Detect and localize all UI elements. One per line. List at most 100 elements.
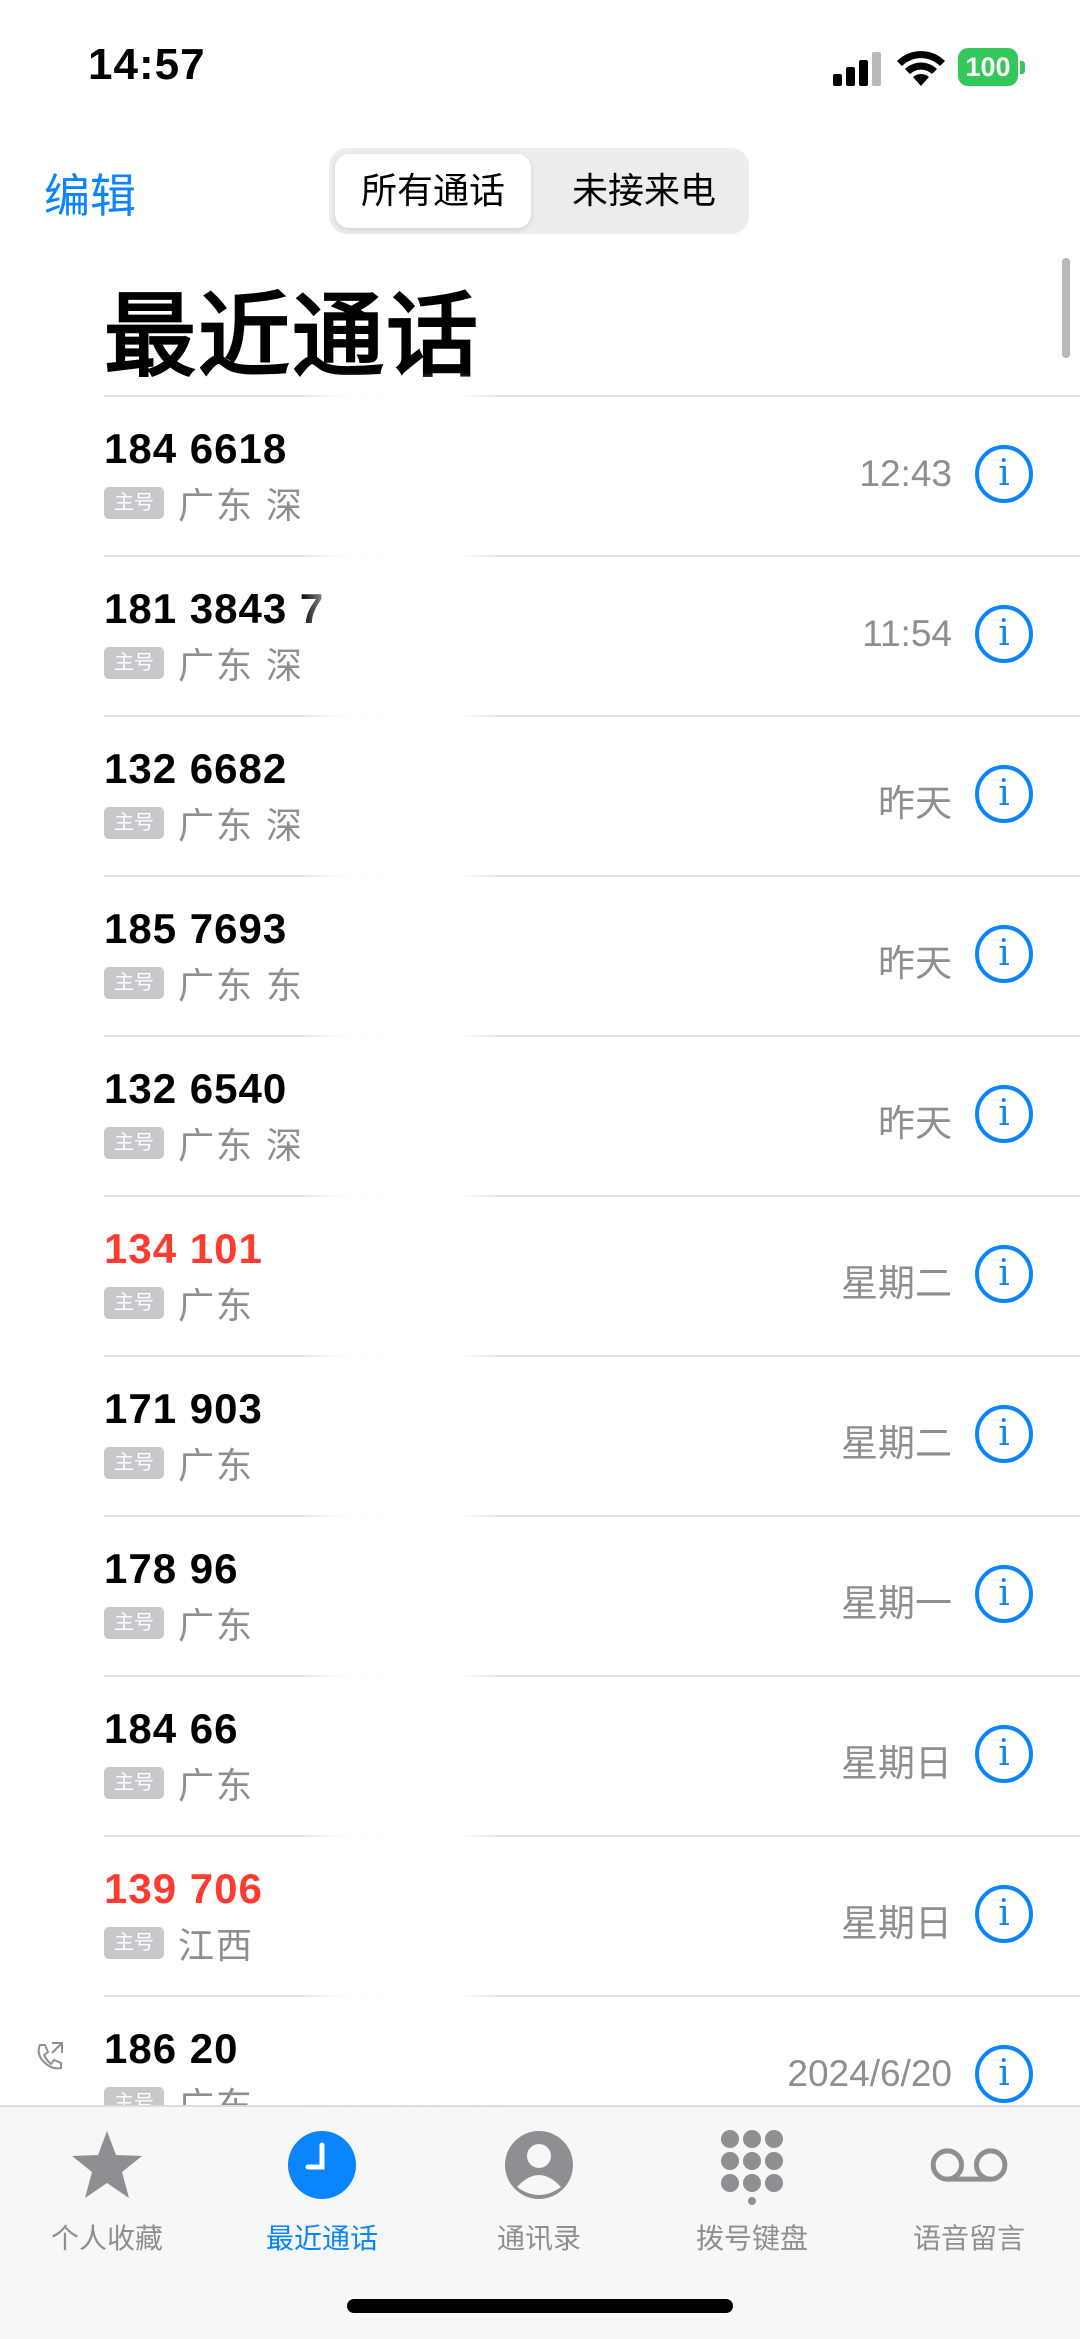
line-tag: 主号 <box>104 1447 164 1479</box>
caller-number: 184 66 <box>104 1705 239 1752</box>
line-tag: 主号 <box>104 967 164 999</box>
status-time: 14:57 <box>88 40 206 89</box>
segment-missed-calls[interactable]: 未接来电 <box>545 154 743 228</box>
call-row[interactable]: 184 66 主号 广东 星期日 i <box>104 1677 1080 1837</box>
info-icon[interactable]: i <box>975 1405 1033 1463</box>
tab-label: 拨号键盘 <box>695 2223 808 2254</box>
line-tag: 主号 <box>104 487 164 519</box>
line-tag: 主号 <box>104 1927 164 1959</box>
info-icon[interactable]: i <box>975 1085 1033 1143</box>
caller-details: 主号 江西 <box>104 1922 254 1966</box>
line-tag: 主号 <box>104 1607 164 1639</box>
call-date: 11:54 <box>862 613 952 654</box>
caller-details: 主号广东 <box>104 1442 254 1486</box>
line-tag: 主号 <box>104 1127 164 1159</box>
tab-keypad[interactable]: 拨号键盘 <box>662 2125 842 2257</box>
caller-number: 132 6682 <box>104 745 288 792</box>
call-row[interactable]: 178 96 主号 广东 星期一 i <box>104 1517 1080 1677</box>
clock-icon <box>288 2131 356 2199</box>
tab-contacts[interactable]: 通讯录 <box>449 2125 629 2257</box>
caller-location: 广东 深 <box>178 1125 305 1166</box>
caller-number: 178 96 <box>104 1545 239 1592</box>
caller-number: 185 7693 <box>104 905 288 952</box>
call-row[interactable]: 134 101 主号 广东 星期二 i <box>104 1197 1080 1357</box>
info-icon[interactable]: i <box>975 1885 1033 1943</box>
call-date: 星期二 <box>841 1263 952 1304</box>
info-icon[interactable]: i <box>975 1565 1033 1623</box>
keypad-icon <box>721 2130 783 2205</box>
caller-number: 184 6618 <box>104 425 288 472</box>
line-tag: 主号 <box>104 1767 164 1799</box>
call-date: 星期二 <box>841 1423 952 1464</box>
edit-button[interactable]: 编辑 <box>44 160 136 226</box>
page-title: 最近通话 <box>104 286 481 388</box>
battery-icon: 100 <box>958 48 1026 88</box>
call-date: 2024/6/20 <box>787 2053 952 2094</box>
caller-details: 主号广东 <box>104 1602 254 1646</box>
caller-details: 主号广东 <box>104 2082 254 2105</box>
caller-location: 广东 深 <box>178 485 305 526</box>
line-tag: 主号 <box>104 647 164 679</box>
call-date: 12:43 <box>859 453 952 494</box>
info-icon[interactable]: i <box>975 1725 1033 1783</box>
caller-number: 134 101 <box>104 1225 263 1272</box>
status-bar: 14:57 100 <box>0 0 1080 140</box>
call-row[interactable]: 132 6682 主号 广东 深 昨天 i <box>104 717 1080 877</box>
call-row[interactable]: 139 706 主号 江西 星期日 i <box>104 1837 1080 1997</box>
tab-recents[interactable]: 最近通话 <box>232 2125 412 2257</box>
call-row[interactable]: 186 20 主号广东 2024/6/20 i <box>37 1997 1080 2105</box>
caller-number: 171 903 <box>104 1385 263 1432</box>
voicemail-icon <box>930 2148 1008 2182</box>
info-icon[interactable]: i <box>975 925 1033 983</box>
caller-details: 主号 广东 深 <box>104 1122 304 1166</box>
caller-location: 广东 <box>178 1445 255 1486</box>
call-date: 昨天 <box>878 943 952 984</box>
home-indicator[interactable] <box>347 2299 733 2313</box>
call-date: 昨天 <box>878 1103 952 1144</box>
caller-location: 广东 深 <box>178 645 305 686</box>
call-row[interactable]: 132 6540 主号 广东 深 昨天 i <box>104 1037 1080 1197</box>
info-icon[interactable]: i <box>975 445 1033 503</box>
line-tag: 主号 <box>104 807 164 839</box>
tab-label: 最近通话 <box>265 2223 378 2254</box>
segment-all-calls[interactable]: 所有通话 <box>335 154 531 228</box>
line-tag: 主号 <box>104 1287 164 1319</box>
star-icon <box>72 2131 142 2198</box>
outgoing-call-icon <box>37 2042 63 2070</box>
caller-details: 主号 广东 深 <box>104 802 304 846</box>
line-tag: 主号 <box>104 2087 164 2105</box>
info-icon[interactable]: i <box>975 765 1033 823</box>
scrollbar[interactable] <box>1062 258 1070 358</box>
caller-number: 139 706 <box>104 1865 263 1912</box>
recent-calls-list: 184 6618 主号 广东 深 12:43 i 181 3843 7 主号 广东 深 11:5… <box>0 397 1080 2105</box>
caller-location: 广东 东 <box>178 965 305 1006</box>
caller-location: 江西 <box>178 1925 255 1966</box>
battery-level: 100 <box>958 48 1018 86</box>
call-row[interactable]: 171 903 主号 广东 星期二 i <box>104 1357 1080 1517</box>
caller-details: 主号 广东 东 <box>104 962 304 1006</box>
call-date: 星期日 <box>841 1903 952 1944</box>
tab-label: 个人收藏 <box>50 2223 163 2254</box>
call-row[interactable]: 185 7693 主号 广东 东 昨天 i <box>104 877 1080 1037</box>
cellular-signal-icon <box>833 52 881 86</box>
call-row[interactable]: 184 6618 主号 广东 深 12:43 i <box>104 397 1080 557</box>
wifi-icon <box>897 51 945 86</box>
info-icon[interactable]: i <box>975 605 1033 663</box>
caller-location: 广东 <box>178 1285 255 1326</box>
tab-voicemail[interactable]: 语音留言 <box>879 2125 1059 2257</box>
person-icon <box>505 2131 573 2199</box>
tab-label: 通讯录 <box>496 2223 581 2254</box>
caller-location: 广东 <box>178 1605 255 1646</box>
call-date: 星期一 <box>841 1583 952 1624</box>
caller-details: 主号 广东 深 <box>104 482 304 526</box>
info-icon[interactable]: i <box>975 2045 1033 2103</box>
caller-location: 广东 <box>178 1765 255 1806</box>
tab-label: 语音留言 <box>912 2223 1025 2254</box>
caller-location: 广东 <box>178 2077 254 2105</box>
call-date: 昨天 <box>878 783 952 824</box>
tab-favorites[interactable]: 个人收藏 <box>17 2125 197 2257</box>
info-icon[interactable]: i <box>975 1245 1033 1303</box>
caller-number: 181 3843 7 <box>104 585 325 632</box>
call-row[interactable]: 181 3843 7 主号 广东 深 11:54 i <box>104 557 1080 717</box>
caller-details: 主号 广东 深 <box>104 642 304 686</box>
